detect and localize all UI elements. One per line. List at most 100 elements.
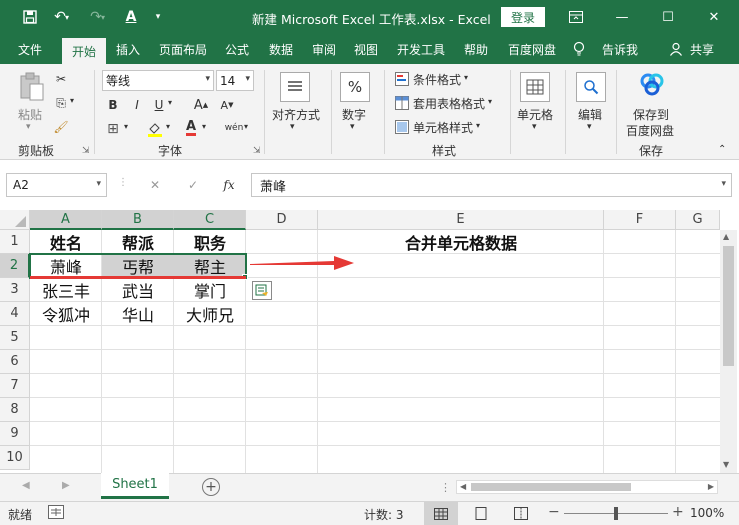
- font-color-button[interactable]: A: [182, 119, 200, 137]
- table-format-dropdown-icon[interactable]: ▾: [488, 97, 492, 106]
- cell-c1[interactable]: 职务: [174, 230, 246, 254]
- paste-icon[interactable]: [17, 72, 47, 102]
- cancel-icon[interactable]: ✕: [146, 176, 164, 194]
- add-sheet-icon[interactable]: +: [202, 478, 220, 496]
- tab-data[interactable]: 数据: [262, 34, 300, 64]
- close-icon[interactable]: ✕: [691, 0, 737, 34]
- vertical-scroll-thumb[interactable]: [723, 246, 734, 366]
- tab-baidu-netdisk[interactable]: 百度网盘: [502, 34, 562, 64]
- cell-a2[interactable]: 萧峰: [30, 254, 102, 278]
- font-name-select[interactable]: 等线 ▾: [102, 70, 214, 91]
- scroll-right-icon[interactable]: ▶: [708, 482, 714, 491]
- horizontal-scrollbar[interactable]: ◀ ▶: [456, 480, 718, 494]
- font-launcher-icon[interactable]: ⇲: [253, 146, 261, 156]
- enter-check-icon[interactable]: ✓: [184, 176, 202, 194]
- macro-record-icon[interactable]: [48, 505, 64, 519]
- alignment-icon[interactable]: [280, 72, 310, 102]
- conditional-format-button[interactable]: 条件格式: [413, 71, 461, 88]
- font-color-icon[interactable]: A: [117, 0, 145, 34]
- number-button[interactable]: 数字: [342, 106, 366, 123]
- clipboard-launcher-icon[interactable]: ⇲: [82, 146, 90, 156]
- formula-input[interactable]: 萧峰 ▾: [251, 173, 732, 197]
- tab-formulas[interactable]: 公式: [218, 34, 256, 64]
- phonetic-guide-icon[interactable]: wén: [222, 118, 246, 138]
- save-to-baidu-line2[interactable]: 百度网盘: [626, 122, 674, 139]
- col-header-e[interactable]: E: [318, 210, 604, 230]
- col-header-b[interactable]: B: [102, 210, 174, 230]
- normal-view-icon[interactable]: [424, 502, 458, 525]
- share-person-icon[interactable]: [668, 34, 684, 64]
- paste-dropdown-icon[interactable]: ▾: [26, 122, 31, 132]
- row-header-2[interactable]: 2: [0, 254, 30, 278]
- zoom-slider-thumb[interactable]: [614, 507, 618, 520]
- phonetic-dropdown-icon[interactable]: ▾: [244, 122, 248, 131]
- alignment-dropdown-icon[interactable]: ▾: [290, 122, 295, 132]
- format-painter-icon[interactable]: 🖌: [52, 118, 70, 136]
- editing-dropdown-icon[interactable]: ▾: [587, 122, 592, 132]
- select-all-corner[interactable]: [0, 210, 30, 230]
- cell-b4[interactable]: 华山: [102, 302, 174, 326]
- cell-b3[interactable]: 武当: [102, 278, 174, 302]
- editing-button[interactable]: 编辑: [578, 106, 602, 123]
- editing-search-icon[interactable]: [576, 72, 606, 102]
- save-to-baidu-line1[interactable]: 保存到: [633, 106, 669, 123]
- zoom-level[interactable]: 100%: [690, 506, 724, 520]
- cell-c4[interactable]: 大师兄: [174, 302, 246, 326]
- ribbon-display-icon[interactable]: [553, 0, 599, 34]
- bold-button[interactable]: B: [104, 96, 122, 114]
- number-dropdown-icon[interactable]: ▾: [350, 122, 355, 132]
- font-color-dropdown-icon[interactable]: ▾: [202, 122, 206, 131]
- fill-color-icon[interactable]: [146, 120, 164, 138]
- col-header-g[interactable]: G: [676, 210, 720, 230]
- col-header-a[interactable]: A: [30, 210, 102, 230]
- fill-color-dropdown-icon[interactable]: ▾: [166, 122, 170, 131]
- cell-styles-button[interactable]: 单元格样式: [413, 119, 473, 136]
- cell-a3[interactable]: 张三丰: [30, 278, 102, 302]
- tell-me-search[interactable]: 告诉我: [596, 34, 644, 64]
- underline-button[interactable]: U: [150, 96, 168, 114]
- row-header-6[interactable]: 6: [0, 350, 30, 374]
- grow-font-button[interactable]: A ▲: [192, 96, 210, 114]
- collapse-ribbon-icon[interactable]: ⌃: [718, 144, 726, 155]
- underline-dropdown-icon[interactable]: ▾: [168, 98, 172, 107]
- expand-formula-icon[interactable]: ▾: [721, 179, 726, 189]
- horizontal-scroll-thumb[interactable]: [471, 483, 631, 491]
- number-format-icon[interactable]: %: [340, 72, 370, 102]
- prev-sheet-icon[interactable]: ◀: [22, 480, 30, 491]
- vertical-scrollbar[interactable]: ▲ ▼: [720, 230, 737, 473]
- cell-styles-dropdown-icon[interactable]: ▾: [476, 121, 480, 130]
- restore-icon[interactable]: ☐: [645, 0, 691, 34]
- paste-button[interactable]: 粘贴: [18, 106, 42, 123]
- cell-a1[interactable]: 姓名: [30, 230, 102, 254]
- minimize-icon[interactable]: —: [599, 0, 645, 34]
- row-header-1[interactable]: 1: [0, 230, 30, 254]
- tab-insert[interactable]: 插入: [108, 34, 148, 64]
- scroll-up-icon[interactable]: ▲: [723, 232, 729, 241]
- cell-styles-icon[interactable]: [394, 119, 410, 135]
- cell-c3[interactable]: 掌门: [174, 278, 246, 302]
- cell-b2[interactable]: 丐帮: [102, 254, 174, 278]
- sheet-tab-sheet1[interactable]: Sheet1: [101, 473, 169, 499]
- row-header-9[interactable]: 9: [0, 422, 30, 446]
- insert-function-icon[interactable]: fx: [218, 176, 240, 194]
- row-header-8[interactable]: 8: [0, 398, 30, 422]
- zoom-in-icon[interactable]: +: [672, 504, 684, 520]
- conditional-format-icon[interactable]: [394, 71, 410, 87]
- shrink-font-button[interactable]: A ▼: [218, 96, 236, 114]
- copy-icon[interactable]: ⎘: [52, 94, 70, 112]
- copy-dropdown-icon[interactable]: ▾: [70, 96, 74, 105]
- scroll-down-icon[interactable]: ▼: [723, 460, 729, 469]
- tab-home[interactable]: 开始: [62, 38, 106, 64]
- save-icon[interactable]: [16, 0, 44, 34]
- alignment-button[interactable]: 对齐方式: [272, 106, 320, 123]
- baidu-netdisk-icon[interactable]: [638, 70, 666, 98]
- cell-c2[interactable]: 帮主: [174, 254, 246, 278]
- cells-icon[interactable]: [520, 72, 550, 102]
- table-format-icon[interactable]: [394, 95, 410, 111]
- tab-review[interactable]: 审阅: [306, 34, 342, 64]
- borders-icon[interactable]: ⊞: [104, 120, 122, 138]
- col-header-d[interactable]: D: [246, 210, 318, 230]
- row-header-5[interactable]: 5: [0, 326, 30, 350]
- zoom-out-icon[interactable]: −: [548, 504, 560, 520]
- customize-qat-icon[interactable]: ▾: [144, 0, 172, 34]
